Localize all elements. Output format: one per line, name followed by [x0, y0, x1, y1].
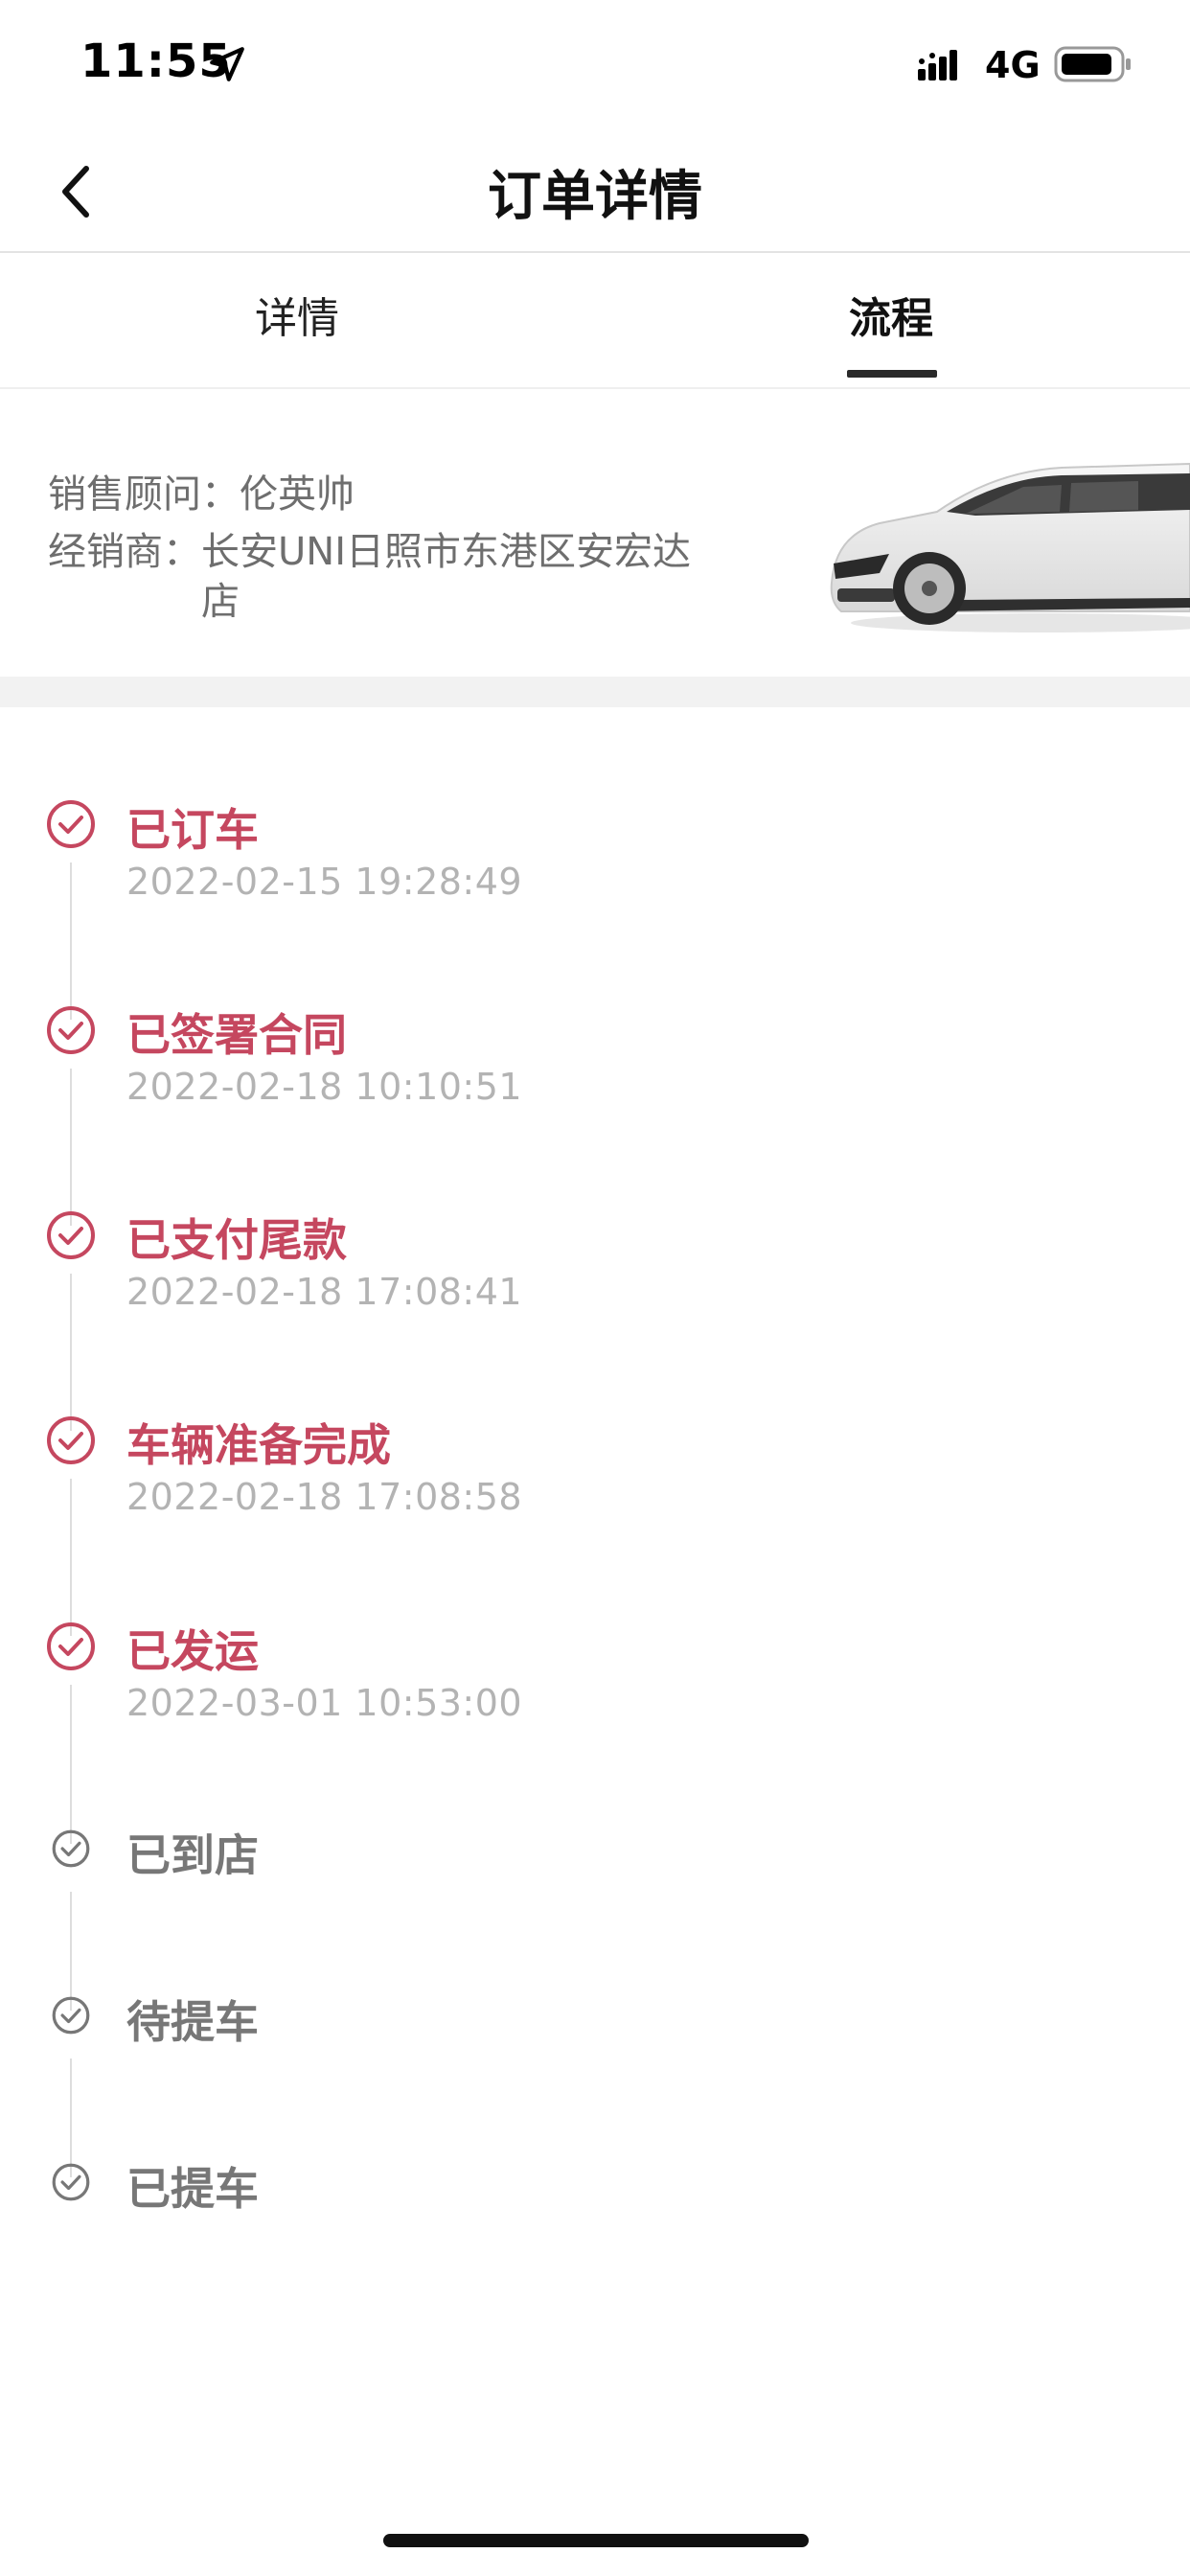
dealer-row: 经销商： 长安UNI日照市东港区安宏达店	[48, 527, 719, 627]
car-image	[830, 462, 1190, 632]
step-title: 已到店	[126, 1829, 259, 1881]
step-title: 已签署合同	[126, 1009, 347, 1061]
step-time: 2022-03-01 10:53:00	[126, 1682, 523, 1724]
location-arrow-icon	[210, 47, 244, 81]
sales-advisor-label: 销售顾问：	[48, 472, 240, 517]
timeline-connector	[70, 1069, 72, 1226]
step-title: 已支付尾款	[126, 1214, 347, 1266]
timeline-connector	[70, 1685, 72, 1844]
check-circle-icon	[47, 1622, 95, 1670]
sales-advisor-value: 伦英帅	[240, 472, 355, 517]
dealer-value: 长安UNI日照市东港区安宏达店	[201, 530, 691, 624]
timeline-connector	[70, 2058, 72, 2177]
timeline-connector	[70, 1274, 72, 1431]
section-divider	[0, 677, 1190, 707]
check-circle-icon	[47, 1211, 95, 1259]
network-type: 4G	[985, 44, 1041, 86]
tab-details[interactable]: 详情	[201, 284, 393, 380]
order-info-section: 销售顾问：伦英帅 经销商： 长安UNI日照市东港区安宏达店	[0, 391, 1190, 677]
check-circle-icon	[52, 1829, 90, 1868]
step-time: 2022-02-18 17:08:58	[126, 1476, 523, 1518]
battery-icon	[1054, 46, 1131, 82]
timeline-connector	[70, 1479, 72, 1636]
check-circle-icon	[47, 800, 95, 848]
navigation-bar: 订单详情	[0, 126, 1190, 253]
timeline-connector	[70, 1892, 72, 2011]
step-title: 已订车	[126, 804, 259, 856]
step-time: 2022-02-15 19:28:49	[126, 861, 523, 903]
step-time: 2022-02-18 10:10:51	[126, 1066, 523, 1108]
check-circle-icon	[47, 1416, 95, 1464]
step-title: 已发运	[126, 1625, 259, 1677]
check-circle-icon	[52, 2163, 90, 2201]
sales-advisor-row: 销售顾问：伦英帅	[48, 470, 355, 519]
tab-process[interactable]: 流程	[795, 284, 987, 380]
page-title: 订单详情	[488, 166, 702, 228]
step-time: 2022-02-18 17:08:41	[126, 1271, 523, 1313]
tab-bar: 详情 流程	[0, 255, 1190, 389]
check-circle-icon	[47, 1006, 95, 1054]
step-title: 已提车	[126, 2163, 259, 2215]
home-indicator[interactable]	[383, 2534, 809, 2547]
status-bar: 11:55 4G	[0, 0, 1190, 126]
dealer-label: 经销商：	[48, 530, 201, 574]
step-title: 待提车	[126, 1996, 259, 2048]
cellular-signal-icon	[918, 50, 957, 80]
active-tab-indicator	[847, 370, 937, 378]
timeline-connector	[70, 862, 72, 1020]
step-title: 车辆准备完成	[126, 1419, 391, 1471]
check-circle-icon	[52, 1996, 90, 2035]
